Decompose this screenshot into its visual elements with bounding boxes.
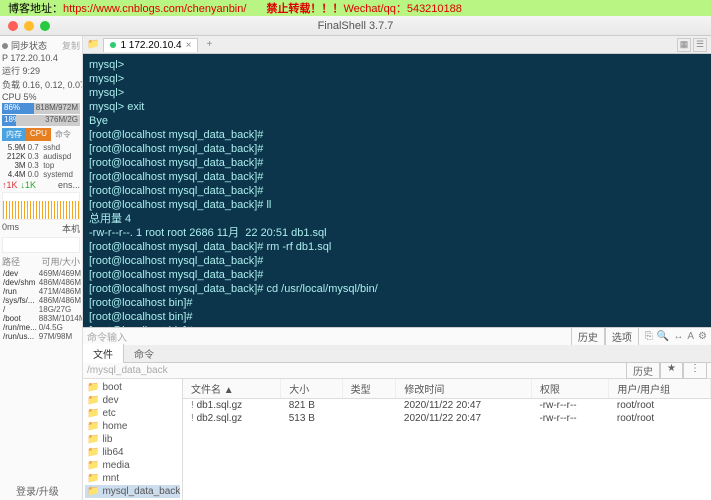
- login-link[interactable]: 登录/升级: [16, 483, 59, 498]
- folder-icon: 📁: [87, 473, 99, 484]
- status-sidebar: 同步状态复制 P 172.20.10.4 运行 9:29 负载 0.16, 0.…: [0, 36, 83, 500]
- current-path[interactable]: /mysql_data_back: [87, 365, 168, 376]
- bookmark-icon[interactable]: ★: [660, 362, 683, 379]
- tool-icon[interactable]: 🔍: [657, 331, 669, 342]
- folder-icon: 📁: [87, 408, 99, 419]
- window-titlebar: FinalShell 3.7.7: [0, 16, 711, 36]
- command-input-bar: 命令输入 历史 选项 ⎘ 🔍 ↔ A ⚙: [83, 327, 711, 345]
- tree-item: 📁dev: [85, 394, 180, 407]
- traffic-lights[interactable]: [0, 21, 50, 31]
- status-dot-icon: [110, 42, 116, 48]
- close-icon[interactable]: [8, 21, 18, 31]
- tree-item: 📁mnt: [85, 472, 180, 485]
- folder-icon: 📁: [87, 382, 99, 393]
- table-row[interactable]: ! db1.sql.gz821 B2020/11/22 20:47-rw-r--…: [183, 399, 711, 413]
- history-button[interactable]: 历史: [626, 362, 660, 379]
- ping-chart: [2, 237, 80, 253]
- prefs-icon[interactable]: ⋮: [683, 362, 707, 379]
- session-tab[interactable]: 1 172.20.10.4×: [103, 38, 198, 52]
- tree-item: 📁lib: [85, 433, 180, 446]
- grid-icon[interactable]: ▦: [677, 38, 691, 52]
- file-panel-tabs: 文件 命令: [83, 345, 711, 363]
- tree-item: 📁lib64: [85, 446, 180, 459]
- folder-icon: 📁: [87, 421, 99, 432]
- process-table: 5.9M0.7sshd 212K0.3audispd 3M0.3top 4.4M…: [2, 143, 80, 179]
- tree-item: 📁boot: [85, 381, 180, 394]
- tree-item: 📁home: [85, 420, 180, 433]
- maximize-icon[interactable]: [40, 21, 50, 31]
- folder-tree[interactable]: 📁boot 📁dev 📁etc 📁home 📁lib 📁lib64 📁media…: [83, 379, 183, 500]
- file-list[interactable]: 文件名 ▲大小类型修改时间权限用户/用户组 ! db1.sql.gz821 B2…: [183, 379, 711, 500]
- watermark-banner: 博客地址：https://www.cnblogs.com/chenyanbin/…: [0, 0, 711, 16]
- history-button[interactable]: 历史: [571, 327, 605, 346]
- folder-icon: 📁: [87, 447, 99, 458]
- swap-bar: 18%376M/2G: [2, 115, 80, 126]
- command-input[interactable]: 命令输入: [87, 329, 127, 344]
- folder-icon: 📁: [87, 486, 99, 497]
- session-tabbar: 📁 1 172.20.10.4× + ▦ ☰: [83, 36, 711, 54]
- minimize-icon[interactable]: [24, 21, 34, 31]
- tree-item: 📁etc: [85, 407, 180, 420]
- tree-item: 📁media: [85, 459, 180, 472]
- tab-command[interactable]: 命令: [124, 344, 164, 363]
- net-chart: [2, 192, 80, 220]
- disk-table: /dev469M/469M /dev/shm486M/486M /run471M…: [2, 269, 83, 341]
- close-tab-icon[interactable]: ×: [186, 40, 192, 51]
- window-title: FinalShell 3.7.7: [318, 20, 394, 32]
- terminal[interactable]: ↖ mysql>mysql>mysql>mysql> exitBye[root@…: [83, 54, 711, 327]
- table-header[interactable]: 文件名 ▲大小类型修改时间权限用户/用户组: [183, 379, 711, 399]
- list-icon[interactable]: ☰: [693, 38, 707, 52]
- folder-icon[interactable]: 📁: [87, 39, 99, 50]
- tool-icon[interactable]: ⚙: [698, 331, 707, 342]
- mem-bar: 86%818M/972M: [2, 103, 80, 114]
- tab-file[interactable]: 文件: [83, 344, 124, 363]
- tool-icon[interactable]: ↔: [673, 331, 683, 342]
- folder-icon: 📁: [87, 460, 99, 471]
- folder-icon: 📁: [87, 395, 99, 406]
- table-row[interactable]: ! db2.sql.gz513 B2020/11/22 20:47-rw-r--…: [183, 412, 711, 425]
- tool-icon[interactable]: ⎘: [645, 331, 653, 342]
- tree-item: 📁mysql_data_back: [85, 485, 180, 498]
- folder-icon: 📁: [87, 434, 99, 445]
- add-tab-button[interactable]: +: [202, 39, 216, 50]
- tool-icon[interactable]: A: [687, 331, 694, 342]
- path-bar: /mysql_data_back 历史 ★ ⋮: [83, 363, 711, 379]
- options-button[interactable]: 选项: [605, 327, 639, 346]
